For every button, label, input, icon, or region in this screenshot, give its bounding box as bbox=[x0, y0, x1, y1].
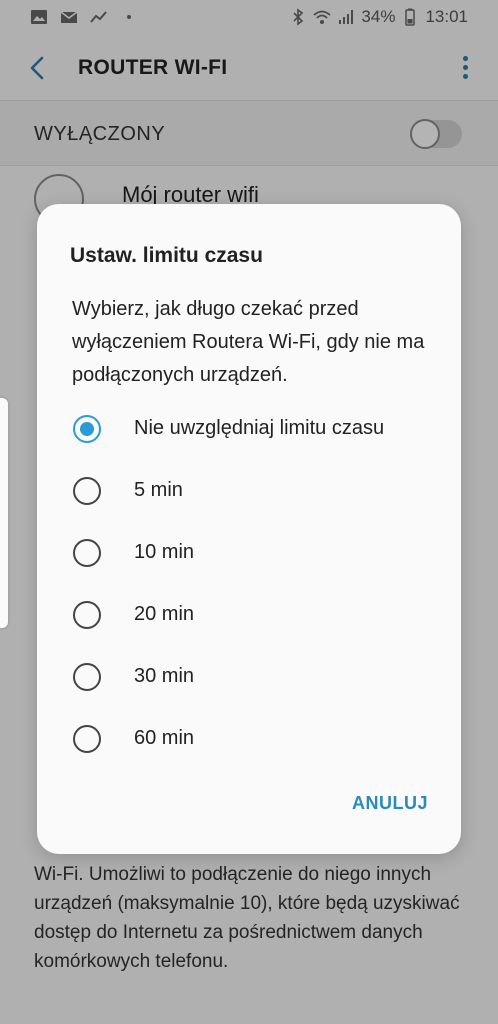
option-label: 10 min bbox=[134, 541, 195, 563]
option-label: 60 min bbox=[134, 727, 195, 749]
option-label: 5 min bbox=[134, 479, 183, 501]
option-label: 30 min bbox=[134, 665, 195, 687]
radio-icon[interactable] bbox=[73, 663, 101, 691]
radio-icon[interactable] bbox=[73, 601, 101, 629]
edge-panel-handle[interactable] bbox=[0, 398, 8, 628]
option-label: 20 min bbox=[134, 603, 195, 625]
screen: 34% 13:01 ROUTER WI-FI WYŁĄCZONY Mój rou… bbox=[0, 0, 498, 1024]
option-20-min[interactable]: 20 min bbox=[37, 583, 461, 645]
radio-icon[interactable] bbox=[73, 725, 101, 753]
radio-icon[interactable] bbox=[73, 477, 101, 505]
option-5-min[interactable]: 5 min bbox=[37, 459, 461, 521]
cancel-button[interactable]: ANULUJ bbox=[352, 793, 428, 814]
radio-icon[interactable] bbox=[73, 539, 101, 567]
dialog-title: Ustaw. limitu czasu bbox=[70, 244, 263, 267]
option-30-min[interactable]: 30 min bbox=[37, 645, 461, 707]
option-10-min[interactable]: 10 min bbox=[37, 521, 461, 583]
radio-selected-icon[interactable] bbox=[73, 415, 101, 443]
dialog-message: Wybierz, jak długo czekać przed wyłączen… bbox=[72, 298, 425, 386]
timeout-dialog: Ustaw. limitu czasu Wybierz, jak długo c… bbox=[37, 204, 461, 854]
option-no-limit[interactable]: Nie uwzględniaj limitu czasu bbox=[37, 397, 461, 459]
option-label: Nie uwzględniaj limitu czasu bbox=[134, 417, 385, 439]
option-60-min[interactable]: 60 min bbox=[37, 707, 461, 769]
